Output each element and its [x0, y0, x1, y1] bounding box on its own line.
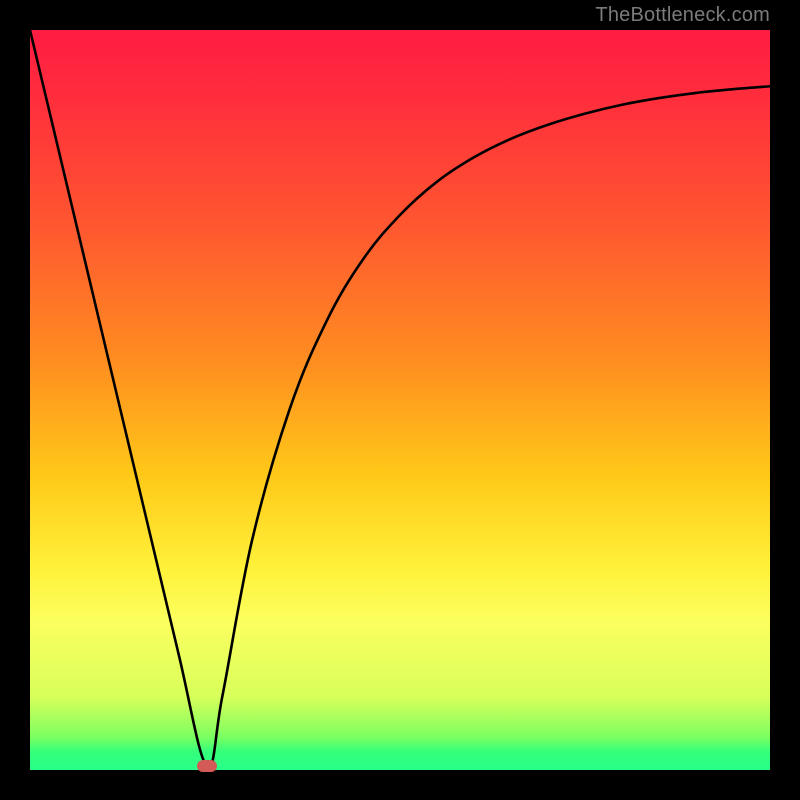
- plot-area: [30, 30, 770, 770]
- watermark-label: TheBottleneck.com: [595, 4, 770, 27]
- curve-path: [30, 30, 770, 767]
- minimum-marker: [197, 760, 217, 772]
- chart-frame: TheBottleneck.com: [0, 0, 800, 800]
- curve-svg: [30, 30, 770, 770]
